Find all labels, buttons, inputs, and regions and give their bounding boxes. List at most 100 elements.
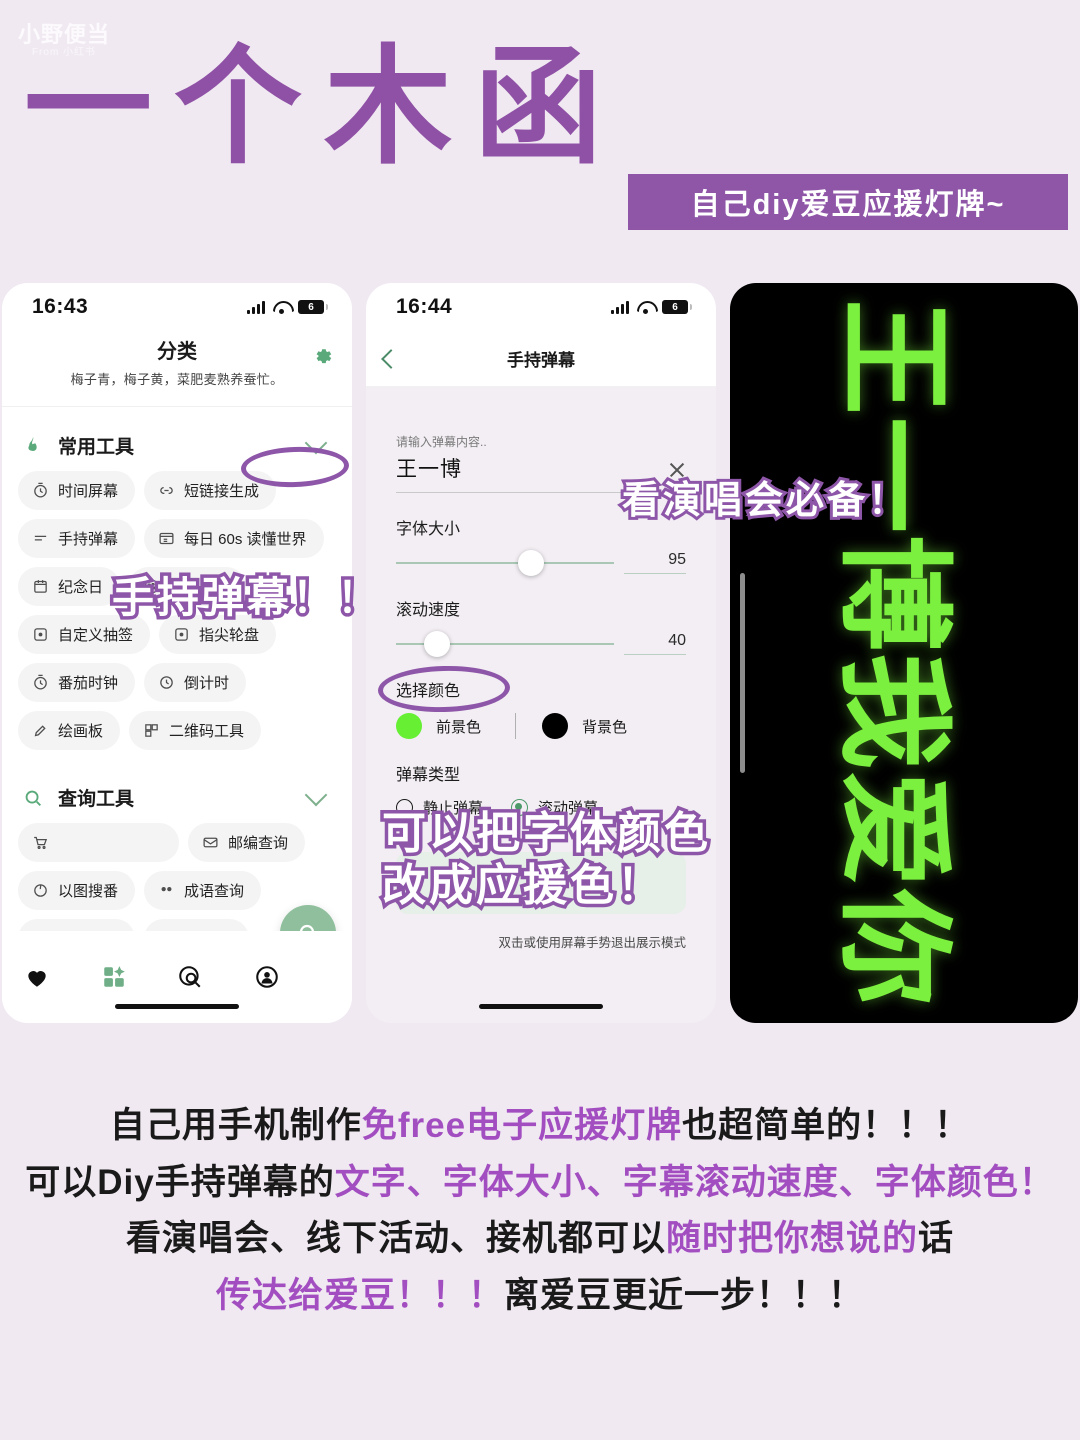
discover-tab[interactable] — [177, 964, 254, 990]
foreground-color-swatch — [396, 713, 422, 739]
signal-bars-icon — [247, 300, 265, 314]
copy-line-4: 传达给爱豆！！！离爱豆更近一步！！！ — [0, 1268, 1080, 1325]
query-chip[interactable]: 邮编查询 — [188, 823, 306, 862]
close-icon[interactable] — [668, 461, 686, 479]
link-icon — [158, 482, 175, 499]
danmu-type-label: 弹幕类型 — [396, 767, 461, 784]
query-chip[interactable] — [18, 823, 179, 862]
danmu-input-value[interactable]: 王一博 — [396, 453, 462, 483]
chevron-down-icon[interactable] — [304, 783, 328, 806]
query-chip-label: 成语查询 — [184, 883, 245, 900]
background-color-label: 背景色 — [582, 718, 628, 736]
annotation-handheld-danmu: 手持弹幕！！ — [108, 570, 383, 626]
heart-icon — [28, 971, 46, 987]
query-chip[interactable]: 成语查询 — [144, 871, 262, 910]
tool-chip[interactable]: 二维码工具 — [129, 711, 262, 750]
font-size-group: 字体大小 95 — [396, 515, 686, 576]
copy-segment: 自己用手机制作 — [109, 1106, 362, 1145]
scroll-speed-group: 滚动速度 40 — [396, 596, 686, 657]
nav-bar: 手持弹幕 — [366, 331, 716, 387]
copy-segment-highlight: 文字、字体大小、字幕滚动速度、字体颜色！ — [334, 1162, 1055, 1202]
timer-icon — [32, 674, 49, 691]
wifi-icon — [273, 301, 290, 314]
tool-chip-label: 手持弹幕 — [58, 531, 119, 548]
foreground-color-option[interactable]: 前景色 — [396, 713, 481, 739]
value-underline — [624, 573, 686, 574]
query-chip[interactable]: 以图搜番 — [18, 871, 136, 910]
copy-segment: 话 — [918, 1219, 955, 1259]
annotation-change-color: 可以把字体颜色 改成应援色！ — [379, 805, 712, 915]
news-icon — [158, 530, 175, 547]
flame-icon — [22, 435, 44, 457]
tool-chip[interactable]: 时间屏幕 — [18, 471, 136, 510]
profile-tab[interactable] — [254, 964, 331, 990]
nav-title: 手持弹幕 — [507, 351, 575, 370]
subtitle-banner: 自己diy爱豆应援灯牌~ — [628, 174, 1068, 230]
home-indicator — [115, 1004, 239, 1009]
tool-chip-label: 时间屏幕 — [58, 483, 119, 500]
font-size-value: 95 — [668, 551, 686, 568]
copy-segment-highlight: 传达给爱豆！！！ — [215, 1276, 504, 1316]
phone1-subtitle: 梅子青，梅子黄，菜肥麦熟养蚕忙。 — [70, 372, 284, 387]
phone1-title: 分类 — [157, 341, 197, 363]
tool-chip[interactable]: 纪念日 — [18, 567, 121, 606]
exit-hint: 双击或使用屏幕手势退出展示模式 — [498, 936, 686, 950]
discover-icon — [179, 966, 201, 988]
wheel-icon — [173, 626, 190, 643]
envelope-icon — [202, 834, 219, 851]
battery-level: 6 — [672, 301, 678, 313]
tools-tab[interactable] — [101, 964, 178, 990]
annotation-concert-essential: 看演唱会必备！ — [619, 475, 910, 525]
tool-chip-label: 每日 60s 读懂世界 — [184, 531, 307, 548]
scroll-speed-value: 40 — [668, 632, 686, 649]
favorites-tab[interactable] — [24, 964, 101, 990]
annotation-change-color-line1: 可以把字体颜色 — [379, 805, 712, 863]
home-indicator — [479, 1004, 603, 1009]
foreground-color-label: 前景色 — [436, 718, 482, 736]
copy-segment: 看演唱会、线下活动、接机都可以 — [125, 1219, 666, 1259]
bottom-copy: 自己用手机制作免free电子应援灯牌也超简单的！！！ 可以Diy手持弹幕的文字、… — [0, 1098, 1080, 1325]
anime-icon — [32, 882, 49, 899]
status-bar: 16:44 6 — [366, 283, 716, 331]
tab-bar — [2, 931, 352, 1023]
dice-icon — [32, 626, 49, 643]
scrollbar[interactable] — [740, 573, 745, 773]
tool-chip[interactable]: 倒计时 — [144, 663, 247, 702]
status-clock: 16:43 — [32, 295, 89, 318]
gear-icon[interactable] — [312, 347, 334, 369]
tool-chip[interactable]: 绘画板 — [18, 711, 121, 750]
scroll-speed-slider[interactable] — [396, 630, 614, 657]
phone-screenshots: 16:43 6 分类 梅子青，梅子黄，菜肥麦熟养蚕忙。 常用工具 时间屏幕 短链… — [0, 283, 1080, 1023]
slider-handle[interactable] — [518, 549, 545, 576]
subtitle-banner-text: 自己diy爱豆应援灯牌~ — [690, 189, 1006, 221]
phone-screenshot-1: 16:43 6 分类 梅子青，梅子黄，菜肥麦熟养蚕忙。 常用工具 时间屏幕 短链… — [2, 283, 352, 1023]
tool-chip[interactable]: 每日 60s 读懂世界 — [144, 519, 324, 558]
status-bar: 16:43 6 — [2, 283, 352, 331]
section-title: 查询工具 — [58, 789, 135, 810]
tool-chip-handheld-danmu[interactable]: 手持弹幕 — [18, 519, 136, 558]
tool-chip-label: 二维码工具 — [169, 723, 245, 740]
section-header[interactable]: 查询工具 — [18, 780, 336, 823]
tool-chip-label: 绘画板 — [58, 723, 104, 740]
font-size-slider[interactable] — [396, 549, 614, 576]
copy-segment: 可以Diy手持弹幕的 — [25, 1162, 335, 1202]
signal-bars-icon — [611, 300, 629, 314]
battery-level: 6 — [308, 301, 314, 313]
slider-handle[interactable] — [424, 630, 451, 657]
poster-root: 小野便当 From 小红书 一个木函 自己diy爱豆应援灯牌~ 16:43 6 … — [0, 0, 1080, 1440]
copy-line-2: 可以Diy手持弹幕的文字、字体大小、字幕滚动速度、字体颜色！ — [0, 1155, 1080, 1212]
tool-chip[interactable]: 番茄时钟 — [18, 663, 136, 702]
copy-segment-highlight: 随时把你想说的 — [665, 1219, 918, 1259]
divider — [515, 713, 517, 739]
danmu-display-text: 王一博我爱你 — [829, 299, 959, 1007]
tool-chip-label: 指尖轮盘 — [199, 627, 260, 644]
clock-icon — [32, 482, 49, 499]
grid-icon — [103, 966, 125, 987]
search-icon — [22, 787, 44, 809]
query-chip-label: 邮编查询 — [228, 835, 289, 852]
phone1-header: 分类 梅子青，梅子黄，菜肥麦熟养蚕忙。 — [2, 331, 352, 407]
tool-chip-label: 纪念日 — [58, 579, 104, 596]
tool-chip-label: 自定义抽签 — [58, 627, 134, 644]
background-color-option[interactable]: 背景色 — [542, 713, 627, 739]
page-title: 一个木函 — [24, 36, 625, 179]
